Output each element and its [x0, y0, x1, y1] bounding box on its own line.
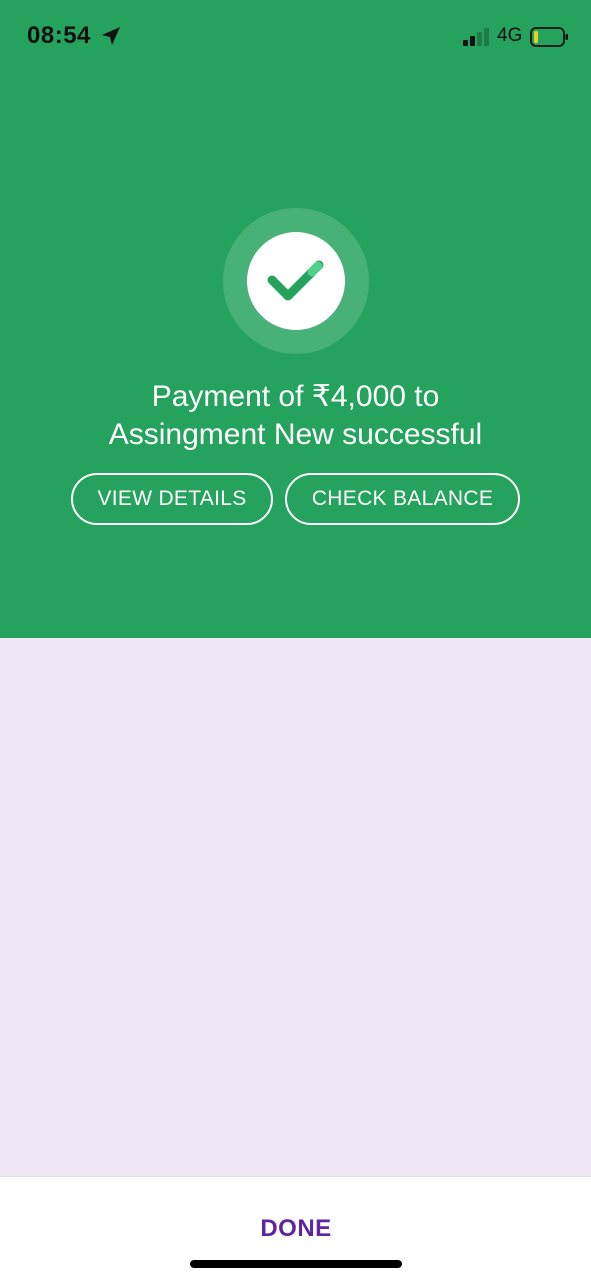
content-area	[0, 638, 591, 1176]
success-badge	[223, 208, 369, 354]
success-header: Payment of ₹4,000 to Assingment New succ…	[0, 0, 591, 638]
payment-success-message: Payment of ₹4,000 to Assingment New succ…	[0, 378, 591, 454]
battery-low-icon	[530, 27, 568, 47]
checkmark-icon	[267, 260, 324, 301]
success-circle	[247, 232, 345, 330]
status-bar: 08:54 4G	[0, 0, 591, 72]
status-time: 08:54	[27, 22, 91, 49]
message-line-1: Payment of ₹4,000 to	[151, 380, 440, 413]
signal-bars-icon	[463, 28, 489, 46]
check-balance-button[interactable]: CHECK BALANCE	[285, 473, 520, 525]
done-button[interactable]: DONE	[220, 1211, 372, 1247]
message-line-2: Assingment New successful	[108, 418, 483, 451]
view-details-button[interactable]: VIEW DETAILS	[71, 473, 273, 525]
bottom-bar: DONE	[0, 1176, 591, 1280]
network-type-label: 4G	[497, 25, 523, 46]
location-arrow-icon	[102, 27, 120, 45]
home-indicator[interactable]	[190, 1260, 402, 1268]
